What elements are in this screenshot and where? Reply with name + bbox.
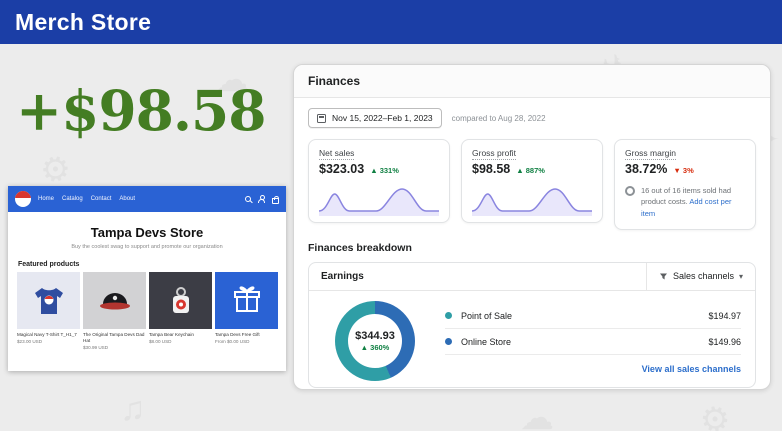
date-range-button[interactable]: Nov 15, 2022–Feb 1, 2023: [308, 108, 442, 128]
gross-profit-change: ▲ 887%: [516, 166, 545, 175]
product-costs-note: 16 out of 16 items sold had product cost…: [625, 185, 745, 223]
earnings-donut-chart: $344.93 ▲ 360%: [335, 301, 415, 381]
sales-channels-dropdown[interactable]: Sales channels ▾: [646, 263, 755, 290]
cart-icon[interactable]: [272, 198, 279, 204]
music-doodle-icon: ♫: [120, 390, 146, 429]
net-sales-card: Net sales $323.03 ▲ 331%: [308, 139, 450, 223]
online-store-value: $149.96: [708, 337, 741, 347]
store-screenshot: Home Catalog Contact About Tampa Devs St…: [8, 186, 286, 371]
point-of-sale-dot-icon: [445, 312, 452, 319]
product-name: Magical Navy T-Shirt T_H1_7: [17, 332, 80, 338]
view-all-sales-channels-link[interactable]: View all sales channels: [445, 355, 741, 380]
gross-profit-card: Gross profit $98.58 ▲ 887%: [461, 139, 603, 223]
net-sales-change: ▲ 331%: [370, 166, 399, 175]
earnings-body: $344.93 ▲ 360% Point of Sale $194.97 Onl…: [309, 291, 755, 387]
tshirt-product-image: [17, 272, 80, 329]
net-sales-label: Net sales: [319, 148, 354, 160]
account-icon[interactable]: [258, 195, 265, 203]
legend-row-point-of-sale: Point of Sale $194.97: [445, 303, 741, 329]
product-price: $23.00 USD: [17, 339, 80, 344]
gift-product-image: [215, 272, 278, 329]
compare-text: compared to Aug 28, 2022: [452, 114, 546, 123]
gross-profit-sparkline-chart: [472, 182, 592, 216]
net-sales-value: $323.03: [319, 162, 364, 176]
gear-doodle-icon: ⚙: [697, 398, 734, 431]
profit-highlight: +$98.58: [16, 78, 266, 143]
store-header-actions: [245, 195, 279, 204]
search-icon[interactable]: [245, 196, 251, 202]
hat-product-image: [83, 272, 146, 329]
keychain-icon: [161, 281, 201, 321]
product-name: Tampa Bear Keychain: [149, 332, 212, 338]
store-nav-about[interactable]: About: [119, 196, 135, 202]
product-price: $30.99 USD: [83, 345, 146, 350]
gross-margin-value: 38.72%: [625, 162, 667, 176]
product-price: $8.00 USD: [149, 339, 212, 344]
point-of-sale-label: Point of Sale: [461, 311, 512, 321]
featured-products-row: Magical Navy T-Shirt T_H1_7 $23.00 USD T…: [8, 272, 286, 350]
online-store-label: Online Store: [461, 337, 511, 347]
sales-channels-label: Sales channels: [673, 271, 734, 281]
earnings-header: Earnings Sales channels ▾: [309, 263, 755, 291]
earnings-total: $344.93: [355, 330, 395, 342]
gross-profit-label: Gross profit: [472, 148, 516, 160]
date-filter-row: Nov 15, 2022–Feb 1, 2023 compared to Aug…: [294, 98, 770, 137]
gross-margin-card: Gross margin 38.72% ▼ 3% 16 out of 16 it…: [614, 139, 756, 230]
gross-profit-value: $98.58: [472, 162, 510, 176]
gross-margin-change: ▼ 3%: [673, 166, 693, 175]
finances-breakdown-title: Finances breakdown: [294, 230, 770, 262]
product-name: Tampa Devs Free Gift: [215, 332, 278, 338]
product-card-gift[interactable]: Tampa Devs Free Gift From $0.00 USD: [215, 272, 278, 350]
store-title: Tampa Devs Store: [8, 225, 286, 240]
featured-products-label: Featured products: [18, 261, 286, 268]
calendar-icon: [317, 114, 326, 123]
earnings-card: Earnings Sales channels ▾ $344.93 ▲ 360%: [308, 262, 756, 388]
online-store-dot-icon: [445, 338, 452, 345]
product-card-keychain[interactable]: Tampa Bear Keychain $8.00 USD: [149, 272, 212, 350]
donut-center: $344.93 ▲ 360%: [335, 301, 415, 381]
gift-icon: [227, 281, 267, 321]
chevron-down-icon: ▾: [739, 272, 743, 281]
store-nav-contact[interactable]: Contact: [91, 196, 112, 202]
filter-icon: [659, 272, 668, 281]
slide-title: Merch Store: [15, 9, 151, 36]
net-sales-sparkline-chart: [319, 182, 439, 216]
store-nav-catalog[interactable]: Catalog: [62, 196, 83, 202]
cloud-doodle-icon: ☁: [520, 398, 554, 431]
store-nav-home[interactable]: Home: [38, 196, 54, 202]
date-range-label: Nov 15, 2022–Feb 1, 2023: [332, 113, 433, 123]
store-logo[interactable]: [15, 191, 31, 207]
earnings-total-change: ▲ 360%: [361, 343, 390, 352]
metrics-row: Net sales $323.03 ▲ 331% Gross profit $9…: [294, 137, 770, 230]
finances-title: Finances: [294, 65, 770, 98]
point-of-sale-value: $194.97: [708, 311, 741, 321]
earnings-title: Earnings: [309, 263, 646, 290]
product-card-tshirt[interactable]: Magical Navy T-Shirt T_H1_7 $23.00 USD: [17, 272, 80, 350]
legend-row-online-store: Online Store $149.96: [445, 329, 741, 355]
finances-panel: Finances Nov 15, 2022–Feb 1, 2023 compar…: [293, 64, 771, 390]
slide: ⚙ ☁ ⚙ ♫ ☁ ✦ ✈ Merch Store +$98.58 Home C…: [0, 0, 782, 431]
store-subtitle: Buy the coolest swag to support and prom…: [8, 244, 286, 250]
product-card-hat[interactable]: The Original Tampa Devs Dad Hat $30.99 U…: [83, 272, 146, 350]
keychain-product-image: [149, 272, 212, 329]
store-nav-links: Home Catalog Contact About: [38, 196, 238, 202]
gross-margin-label: Gross margin: [625, 148, 676, 160]
info-icon: [625, 186, 635, 196]
store-navbar: Home Catalog Contact About: [8, 186, 286, 212]
tshirt-icon: [29, 281, 69, 321]
earnings-legend: Point of Sale $194.97 Online Store $149.…: [445, 301, 741, 380]
cap-icon: [95, 281, 135, 321]
slide-header: Merch Store: [0, 0, 782, 44]
product-name: The Original Tampa Devs Dad Hat: [83, 332, 146, 344]
product-price: From $0.00 USD: [215, 339, 278, 344]
